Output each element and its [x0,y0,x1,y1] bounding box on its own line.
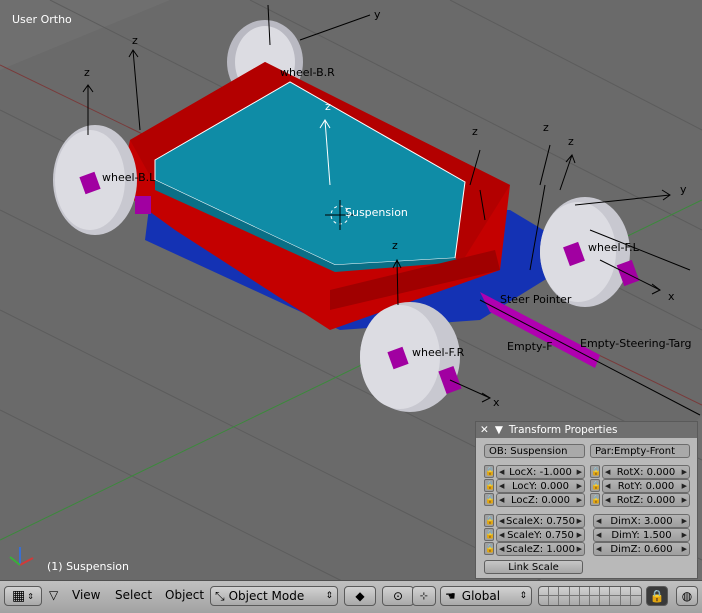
lock-layers-button[interactable]: 🔒 [646,586,668,606]
layer-button[interactable] [549,587,560,596]
layer-button[interactable] [610,587,621,596]
hub-back-left-inner [135,196,151,214]
lock-icon[interactable]: 🔒 [484,493,495,506]
layer-button[interactable] [549,596,560,605]
axis-label-y: y [680,183,687,196]
mode-label: Object Mode [228,589,305,603]
render-icon: ◍ [681,589,693,603]
hand-icon: ☚ [445,589,456,603]
label-wheel-front-right: wheel-F.R [412,346,465,359]
editor-type-selector[interactable]: ▦ ⇕ [4,586,42,606]
orientation-label: Global [461,589,501,603]
rot-y-field[interactable]: ◀ RotY: 0.000 ▶ [602,479,690,493]
lock-icon[interactable]: 🔒 [484,542,495,555]
lock-icon[interactable]: 🔒 [484,514,495,527]
draw-type-selector[interactable]: ◆ [344,586,376,606]
view-name: User Ortho [12,13,72,26]
manipulator-toggle[interactable]: ⊹ [412,586,436,606]
scale-z-field[interactable]: ◀ ScaleZ: 1.000 ▶ [496,542,585,556]
axis-label-z: z [568,135,574,148]
scale-y-field[interactable]: ◀ ScaleY: 0.750 ▶ [496,528,585,542]
label-wheel-back-right: wheel-B.R [280,66,335,79]
collapse-triangle-icon[interactable]: ▼ [495,424,503,436]
layer-button[interactable] [569,587,580,596]
render-button[interactable]: ◍ [676,586,698,606]
pivot-selector[interactable]: ⊙ [382,586,414,606]
solid-cube-icon: ◆ [355,589,365,603]
layer-button[interactable] [620,587,631,596]
dim-z-field[interactable]: ◀ DimZ: 0.600 ▶ [593,542,690,556]
axis-label-y: y [374,8,381,21]
axis-label-z: z [472,125,478,138]
chevron-updown-icon: ⇕ [325,591,333,601]
lock-icon: 🔒 [649,589,665,603]
layer-button[interactable] [589,587,601,596]
lock-icon[interactable]: 🔒 [590,479,601,492]
axis-label-z: z [392,239,398,252]
layer-button[interactable] [630,587,641,596]
lock-icon[interactable]: 🔒 [484,528,495,541]
layer-button[interactable] [631,596,641,605]
manipulator-icon: ⊹ [419,590,429,602]
layer-button[interactable] [621,596,631,605]
label-empty-steering-target: Empty-Steering-Targ [580,337,692,350]
dim-x-field[interactable]: ◀ DimX: 3.000 ▶ [593,514,690,528]
lock-icon[interactable]: 🔒 [590,465,601,478]
axis-label-x: x [668,290,675,303]
grid-icon: ▦ [12,588,26,604]
lock-icon[interactable]: 🔒 [484,465,495,478]
layer-button[interactable] [590,596,601,605]
layer-button[interactable] [539,596,550,605]
pivot-icon: ⊙ [392,589,404,603]
active-object-status: (1) Suspension [47,560,129,573]
mode-selector[interactable]: ⤡ Object Mode ⇕ [210,586,338,606]
layer-button[interactable] [570,596,580,605]
menu-view[interactable]: View [72,588,100,602]
transform-orientation-selector[interactable]: ☚ Global ⇕ [440,586,532,606]
menu-select[interactable]: Select [115,588,152,602]
parent-name-field[interactable]: Par:Empty-Front [590,444,690,458]
loc-y-field[interactable]: ◀ LocY: 0.000 ▶ [496,479,585,493]
lock-icon[interactable]: 🔒 [590,493,601,506]
layer-button[interactable] [559,587,570,596]
chevron-updown-icon: ⇕ [27,591,34,601]
axis-label-z: z [543,121,549,134]
layer-button[interactable] [579,587,590,596]
scale-x-field[interactable]: ◀ ScaleX: 0.750 ▶ [496,514,585,528]
panel-title: Transform Properties [508,424,618,436]
link-scale-button[interactable]: Link Scale [484,560,583,574]
layer-button[interactable] [559,596,570,605]
axis-label-z: z [325,100,331,113]
label-wheel-front-left: wheel-F.L [588,241,640,254]
label-steer-pointer: Steer Pointer [500,293,572,306]
axis-label-z: z [84,66,90,79]
dim-y-field[interactable]: ◀ DimY: 1.500 ▶ [593,528,690,542]
layer-button[interactable] [600,587,611,596]
chevron-updown-icon: ⇕ [519,591,527,601]
layer-button[interactable] [610,596,621,605]
collapse-menus-triangle-icon[interactable]: ▽ [49,588,58,602]
layer-button[interactable] [539,587,550,596]
rot-z-field[interactable]: ◀ RotZ: 0.000 ▶ [602,493,690,507]
label-empty-front: Empty-F [507,340,553,353]
loc-z-field[interactable]: ◀ LocZ: 0.000 ▶ [496,493,585,507]
view3d-header: ▦ ⇕ ▽ View Select Object ⤡ Object Mode ⇕ … [0,580,702,613]
lock-icon[interactable]: 🔒 [484,479,495,492]
layer-buttons[interactable] [538,586,642,606]
axis-label-z: z [132,34,138,47]
label-wheel-back-left: wheel-B.L [102,171,156,184]
3d-viewport[interactable]: z z y z z z z y x z x wheel-B.R wheel-B.… [0,0,702,580]
object-mode-icon: ⤡ [215,588,225,603]
loc-x-field[interactable]: ◀ LocX: -1.000 ▶ [496,465,585,479]
transform-properties-panel[interactable]: ✕ ▼ Transform Properties OB: Suspension … [475,421,698,579]
label-suspension: Suspension [345,206,408,219]
panel-header[interactable]: ✕ ▼ Transform Properties [476,422,697,438]
layer-button[interactable] [580,596,590,605]
axis-label-x: x [493,396,500,409]
menu-object[interactable]: Object [165,588,204,602]
close-icon[interactable]: ✕ [480,424,489,436]
rot-x-field[interactable]: ◀ RotX: 0.000 ▶ [602,465,690,479]
object-name-field[interactable]: OB: Suspension [484,444,585,458]
layer-button[interactable] [600,596,611,605]
